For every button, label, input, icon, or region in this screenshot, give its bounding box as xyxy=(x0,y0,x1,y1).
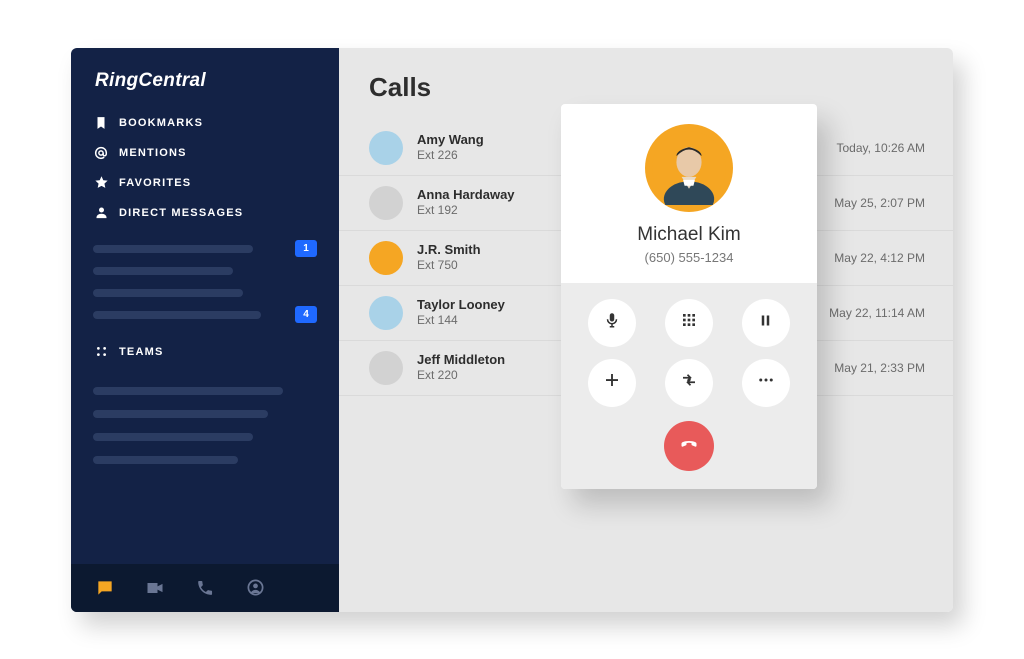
direct-message-item[interactable] xyxy=(93,282,317,304)
call-time: Today, 10:26 AM xyxy=(837,141,926,155)
call-time: May 25, 2:07 PM xyxy=(834,196,925,210)
mute-icon xyxy=(603,311,621,334)
avatar xyxy=(369,241,403,275)
call-extension: Ext 220 xyxy=(417,368,505,383)
transfer-button[interactable] xyxy=(665,359,713,407)
mute-button[interactable] xyxy=(588,299,636,347)
transfer-icon xyxy=(680,371,698,394)
call-name: Jeff Middleton xyxy=(417,352,505,368)
main-panel: Calls Amy Wang Ext 226 Today, 10:26 AM A… xyxy=(339,48,953,612)
hold-button[interactable] xyxy=(742,299,790,347)
avatar xyxy=(369,186,403,220)
star-icon xyxy=(93,175,109,191)
call-time: May 21, 2:33 PM xyxy=(834,361,925,375)
add-icon xyxy=(603,371,621,394)
sidebar-item-label: DIRECT MESSAGES xyxy=(119,207,243,219)
chat-icon[interactable] xyxy=(95,578,115,598)
at-icon xyxy=(93,145,109,161)
avatar xyxy=(369,296,403,330)
dm-placeholder xyxy=(93,267,233,275)
teams-icon xyxy=(93,344,109,360)
hangup-icon xyxy=(677,431,701,460)
avatar xyxy=(369,351,403,385)
brand-logo: RingCentral xyxy=(71,70,339,108)
team-placeholder[interactable] xyxy=(93,387,283,395)
bookmark-icon xyxy=(93,115,109,131)
active-call-card: Michael Kim (650) 555-1234 xyxy=(561,104,817,489)
caller-name: Michael Kim xyxy=(637,224,740,246)
call-name: Taylor Looney xyxy=(417,297,505,313)
phone-icon[interactable] xyxy=(195,578,215,598)
call-time: May 22, 4:12 PM xyxy=(834,251,925,265)
caller-avatar xyxy=(645,124,733,212)
team-placeholder[interactable] xyxy=(93,433,253,441)
app-window: RingCentral BOOKMARKS MENTIONS FAVORITES xyxy=(71,48,953,612)
sidebar-item-bookmarks[interactable]: BOOKMARKS xyxy=(93,108,317,138)
sidebar-item-direct-messages[interactable]: DIRECT MESSAGES xyxy=(93,198,317,228)
call-time: May 22, 11:14 AM xyxy=(829,306,925,320)
hangup-row xyxy=(561,415,817,489)
call-extension: Ext 226 xyxy=(417,148,484,163)
call-extension: Ext 144 xyxy=(417,313,505,328)
call-name: J.R. Smith xyxy=(417,242,481,258)
call-extension: Ext 750 xyxy=(417,258,481,273)
dm-placeholder xyxy=(93,311,261,319)
caller-phone: (650) 555-1234 xyxy=(645,250,734,265)
sidebar-item-mentions[interactable]: MENTIONS xyxy=(93,138,317,168)
sidebar-item-label: FAVORITES xyxy=(119,177,191,189)
call-name: Anna Hardaway xyxy=(417,187,515,203)
sidebar-item-teams[interactable]: TEAMS xyxy=(71,326,339,368)
sidebar-nav: BOOKMARKS MENTIONS FAVORITES DIRECT MESS… xyxy=(71,108,339,228)
hangup-button[interactable] xyxy=(664,421,714,471)
avatar xyxy=(369,131,403,165)
more-icon xyxy=(757,371,775,394)
sidebar-item-label: TEAMS xyxy=(119,346,164,358)
team-placeholder[interactable] xyxy=(93,456,238,464)
sidebar-item-label: MENTIONS xyxy=(119,147,187,159)
bottom-bar xyxy=(71,564,339,612)
dm-placeholder xyxy=(93,245,253,253)
video-icon[interactable] xyxy=(145,578,165,598)
sidebar-item-label: BOOKMARKS xyxy=(119,117,203,129)
dm-placeholder xyxy=(93,289,243,297)
sidebar-item-favorites[interactable]: FAVORITES xyxy=(93,168,317,198)
sidebar: RingCentral BOOKMARKS MENTIONS FAVORITES xyxy=(71,48,339,612)
direct-message-item[interactable]: 1 xyxy=(93,238,317,260)
call-card-header: Michael Kim (650) 555-1234 xyxy=(561,104,817,283)
add-call-button[interactable] xyxy=(588,359,636,407)
direct-message-item[interactable] xyxy=(93,260,317,282)
dialpad-icon xyxy=(681,312,697,333)
contacts-icon[interactable] xyxy=(245,578,265,598)
call-controls xyxy=(561,283,817,415)
direct-message-list: 1 4 xyxy=(71,228,339,326)
call-extension: Ext 192 xyxy=(417,203,515,218)
team-list xyxy=(71,368,339,479)
hold-icon xyxy=(758,313,773,333)
direct-message-item[interactable]: 4 xyxy=(93,304,317,326)
call-name: Amy Wang xyxy=(417,132,484,148)
person-icon xyxy=(93,205,109,221)
more-button[interactable] xyxy=(742,359,790,407)
dialpad-button[interactable] xyxy=(665,299,713,347)
unread-badge: 1 xyxy=(295,240,317,257)
unread-badge: 4 xyxy=(295,306,317,323)
team-placeholder[interactable] xyxy=(93,410,268,418)
